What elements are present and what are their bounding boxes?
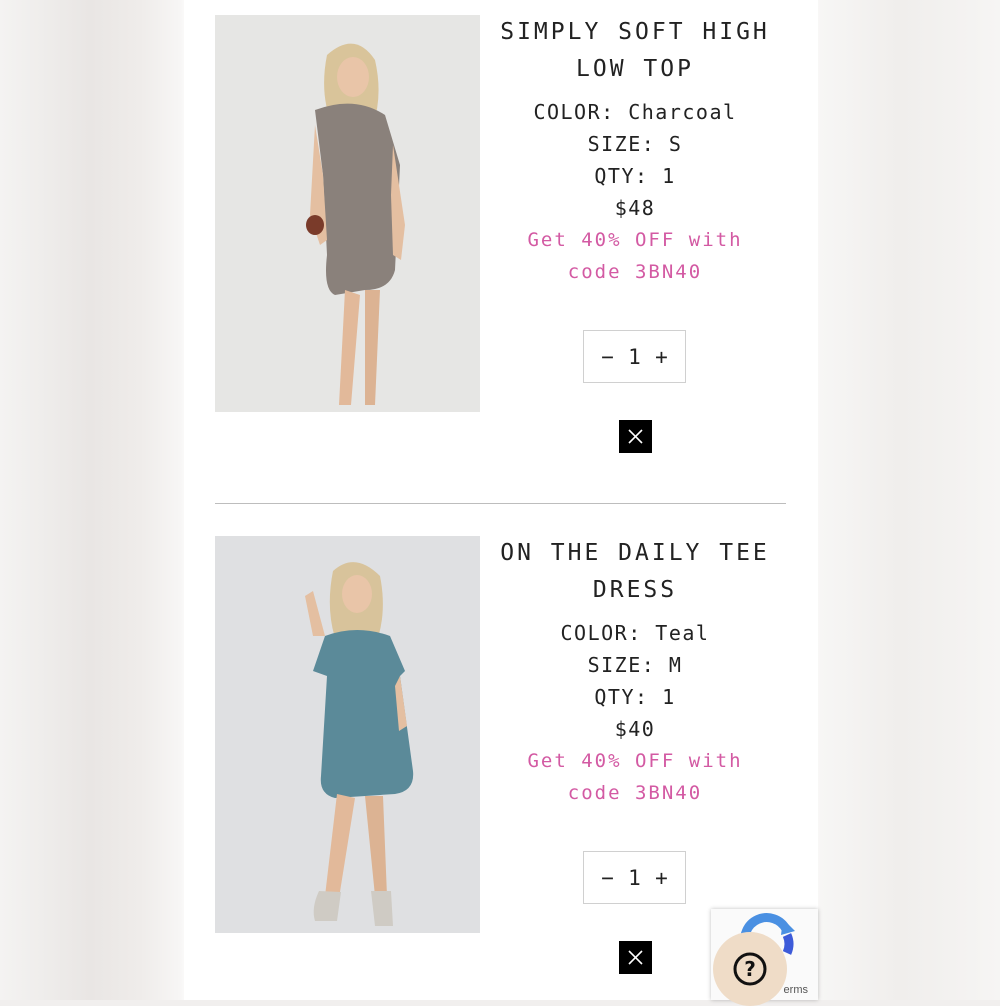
product-title[interactable]: ON THE DAILY TEE DRESS (500, 535, 770, 609)
cart-page: SIMPLY SOFT HIGH LOW TOP COLOR: Charcoal… (184, 0, 818, 1000)
quantity-stepper: − 1 + (583, 330, 686, 383)
quantity-value: 1 (628, 865, 641, 890)
item-details: ON THE DAILY TEE DRESS COLOR: Teal SIZE:… (500, 535, 770, 809)
item-divider (215, 503, 786, 504)
increment-button[interactable]: + (655, 345, 668, 369)
product-title[interactable]: SIMPLY SOFT HIGH LOW TOP (500, 14, 770, 88)
item-size: SIZE: S (587, 132, 683, 156)
item-color: COLOR: Teal (560, 621, 710, 645)
promo-text: Get 40% OFF with code 3BN40 (527, 229, 743, 283)
quantity-stepper: − 1 + (583, 851, 686, 904)
remove-item-button[interactable] (619, 941, 652, 974)
decrement-button[interactable]: − (601, 345, 614, 369)
help-button[interactable]: ? (713, 932, 787, 1006)
item-details: SIMPLY SOFT HIGH LOW TOP COLOR: Charcoal… (500, 14, 770, 288)
product-image[interactable] (215, 15, 480, 412)
increment-button[interactable]: + (655, 866, 668, 890)
item-qty: QTY: 1 (594, 685, 676, 709)
item-color: COLOR: Charcoal (533, 100, 737, 124)
remove-item-button[interactable] (619, 420, 652, 453)
product-image[interactable] (215, 536, 480, 933)
item-price: $40 (614, 717, 656, 741)
svg-text:?: ? (744, 957, 756, 981)
question-mark-icon: ? (733, 952, 767, 986)
item-price: $48 (614, 196, 656, 220)
quantity-value: 1 (628, 344, 641, 369)
decrement-button[interactable]: − (601, 866, 614, 890)
promo-text: Get 40% OFF with code 3BN40 (527, 750, 743, 804)
close-icon (628, 429, 643, 444)
recaptcha-terms-link[interactable]: erms (784, 984, 808, 996)
item-qty: QTY: 1 (594, 164, 676, 188)
item-size: SIZE: M (587, 653, 683, 677)
close-icon (628, 950, 643, 965)
